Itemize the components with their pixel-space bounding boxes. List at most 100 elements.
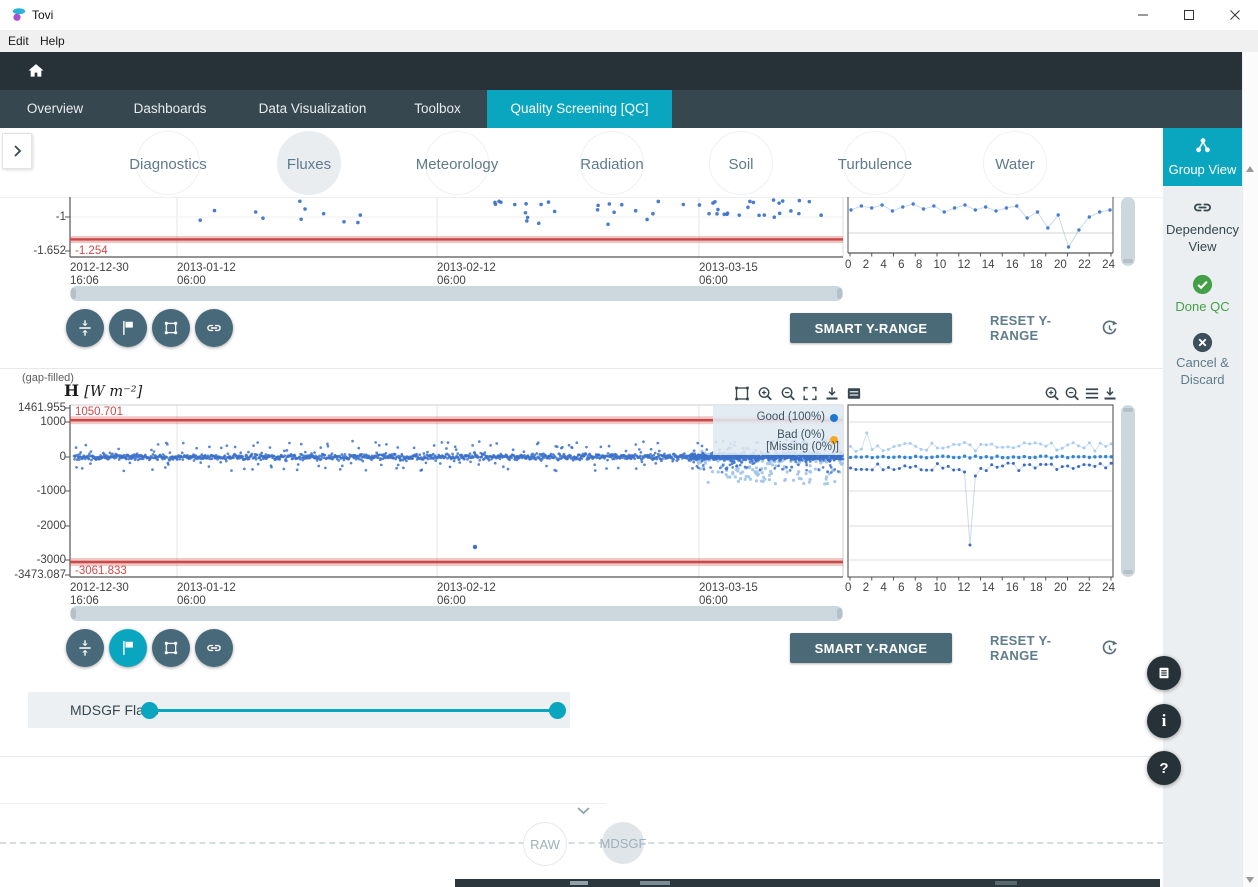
box-select-button[interactable] (152, 309, 190, 347)
x-tick: 8 (916, 259, 922, 271)
category-radiation[interactable]: Radiation (580, 131, 644, 195)
diurnal-x-ticks: 024681012141618202224 (845, 582, 1115, 594)
title-bar: Tovi (0, 0, 1258, 30)
maximize-button[interactable] (1166, 0, 1212, 30)
panel-expander-button[interactable] (2, 133, 32, 169)
time-scrollbar[interactable] (70, 606, 843, 621)
fit-y-range-button[interactable] (66, 629, 104, 667)
category-fluxes[interactable]: Fluxes (277, 131, 341, 195)
x-tick: 2013-03-1506:00 (699, 262, 758, 288)
category-water[interactable]: Water (983, 131, 1047, 195)
legend-bad[interactable]: Bad (0%) (777, 429, 825, 441)
y-tick: -3473.087 (0, 569, 66, 581)
x-tick: 2 (863, 259, 869, 271)
tab-toolbox[interactable]: Toolbox (395, 90, 480, 128)
collapse-chevron-icon[interactable] (576, 806, 591, 815)
scroll-down-arrow[interactable] (1246, 877, 1254, 883)
done-qc-icon[interactable] (1191, 273, 1214, 296)
minimize-button[interactable] (1120, 0, 1166, 30)
category-diagnostics[interactable]: Diagnostics (136, 131, 200, 195)
dependency-view-label[interactable]: Dependency View (1163, 221, 1242, 255)
category-turbulence[interactable]: Turbulence (843, 131, 907, 195)
info-button[interactable]: i (1147, 704, 1181, 738)
category-label: Water (915, 156, 1115, 173)
flags-range-handle-max[interactable] (549, 702, 566, 719)
x-tick: 2012-12-3016:06 (70, 262, 129, 288)
x-tick: 16 (1006, 259, 1019, 271)
reset-y-range-button[interactable]: RESET Y-RANGE (990, 633, 1090, 663)
tab-dashboards[interactable]: Dashboards (110, 90, 230, 128)
x-tick: 6 (898, 582, 904, 594)
x-tick: 2013-03-1506:00 (699, 582, 758, 608)
tovi-window: Tovi Edit Help ••• Two months · Quality … (0, 0, 1258, 887)
x-tick: 18 (1030, 259, 1043, 271)
x-tick: 12 (958, 259, 971, 271)
flag-icon (118, 638, 138, 658)
flags-range-track[interactable] (150, 709, 558, 712)
clipped-content-strip (455, 879, 1160, 887)
maximize-icon (1183, 9, 1195, 21)
scroll-up-arrow[interactable] (1246, 166, 1254, 172)
y-tick: -1 (0, 211, 66, 223)
category-strip: Diagnostics Fluxes Meteorology Radiation… (0, 128, 1163, 198)
question-icon: ? (1159, 760, 1168, 777)
x-tick: 12 (958, 582, 971, 594)
x-tick: 4 (880, 582, 886, 594)
link-charts-button[interactable] (195, 309, 233, 347)
group-view-button[interactable]: Group View (1163, 128, 1242, 186)
lower-threshold-label: -3061.833 (75, 565, 127, 577)
panel-scrollbar[interactable] (1121, 405, 1135, 577)
x-tick: 22 (1078, 259, 1091, 271)
pipeline-step-mdsgf[interactable]: MDSGF (602, 822, 644, 864)
x-tick: 2013-01-1206:00 (177, 262, 236, 288)
flag-button-active[interactable] (109, 629, 147, 667)
pipeline-step-raw[interactable]: RAW (523, 822, 567, 866)
tab-quality-screening[interactable]: Quality Screening [QC] (487, 90, 672, 128)
flag-button[interactable] (109, 309, 147, 347)
reset-history-icon[interactable] (1100, 639, 1119, 658)
reset-history-icon[interactable] (1100, 319, 1119, 338)
cancel-discard-label[interactable]: Cancel & Discard (1163, 354, 1242, 388)
smart-y-range-button[interactable]: SMART Y-RANGE (790, 633, 952, 663)
category-soil[interactable]: Soil (709, 131, 773, 195)
h-flux-chart[interactable] (0, 378, 1140, 600)
menu-help[interactable]: Help (34, 33, 71, 49)
reset-y-range-button[interactable]: RESET Y-RANGE (990, 313, 1090, 343)
tab-data-visualization[interactable]: Data Visualization (230, 90, 395, 128)
done-qc-label[interactable]: Done QC (1163, 298, 1242, 315)
dependency-view-icon[interactable] (1190, 195, 1215, 220)
box-select-button[interactable] (152, 629, 190, 667)
time-scrollbar[interactable] (70, 286, 843, 301)
x-tick: 2013-02-1206:00 (437, 582, 496, 608)
x-tick: 6 (898, 259, 904, 271)
link-charts-button[interactable] (195, 629, 233, 667)
x-tick: 2012-12-3016:06 (70, 582, 129, 608)
home-icon[interactable] (26, 61, 46, 81)
category-meteorology[interactable]: Meteorology (425, 131, 489, 195)
menu-bar: Edit Help (0, 30, 1258, 53)
cancel-discard-icon[interactable] (1191, 331, 1214, 354)
close-button[interactable] (1212, 0, 1258, 30)
notes-button[interactable] (1147, 656, 1181, 690)
fit-y-icon (75, 638, 95, 658)
window-scrollbar[interactable] (1242, 52, 1258, 887)
legend-good[interactable]: Good (100%) (757, 411, 825, 423)
diurnal-x-ticks: 024681012141618202224 (845, 259, 1115, 271)
tab-overview[interactable]: Overview (0, 90, 110, 128)
smart-y-range-button[interactable]: SMART Y-RANGE (790, 313, 952, 343)
legend-missing[interactable]: [Missing (0%)] (766, 441, 839, 453)
panel-scrollbar[interactable] (1121, 197, 1135, 266)
good-dot-icon[interactable] (830, 414, 838, 422)
group-view-label: Group View (1163, 161, 1242, 178)
menu-edit[interactable]: Edit (2, 33, 35, 49)
x-tick: 4 (880, 259, 886, 271)
link-icon (204, 638, 224, 658)
x-tick: 14 (982, 259, 995, 271)
y-tick: -1.652 (0, 245, 66, 257)
fit-y-range-button[interactable] (66, 309, 104, 347)
flags-range-handle-min[interactable] (141, 702, 158, 719)
x-tick: 10 (934, 259, 947, 271)
help-button[interactable]: ? (1147, 751, 1181, 785)
pipeline-line (0, 842, 1163, 844)
mdsgf-flags-panel: MDSGF Flags (28, 692, 570, 728)
